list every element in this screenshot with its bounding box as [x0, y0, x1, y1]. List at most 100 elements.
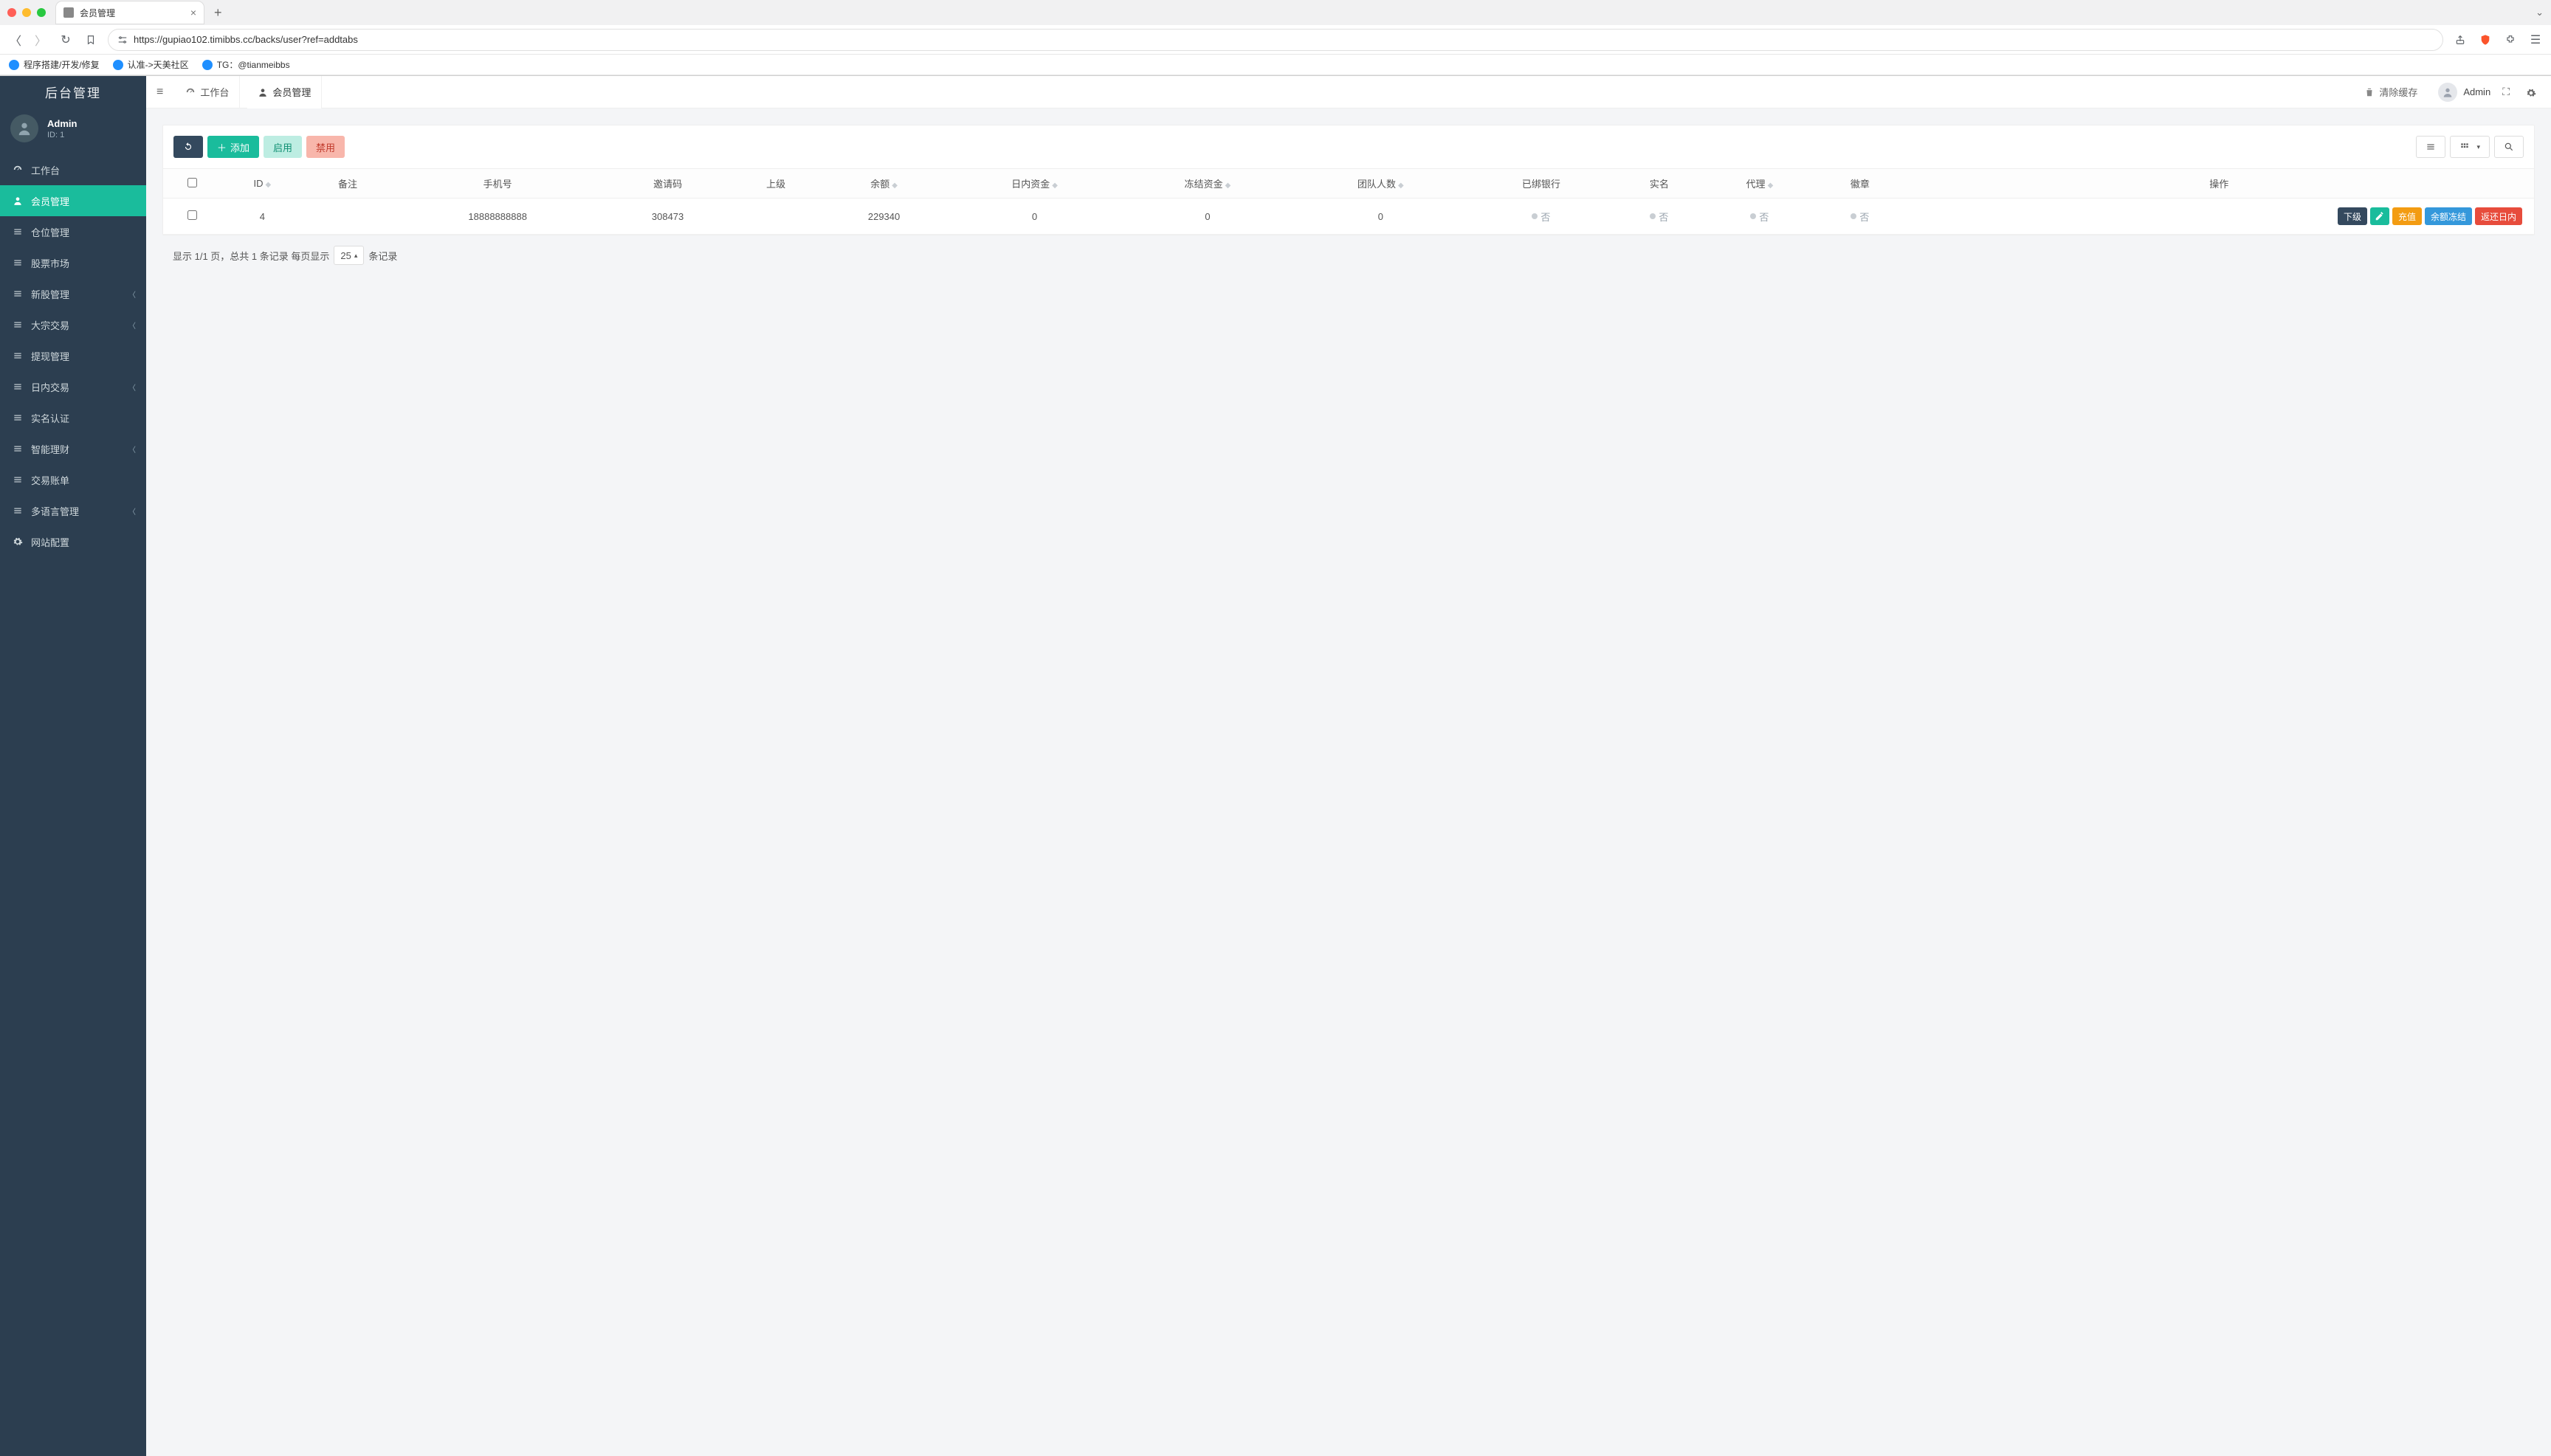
sidebar-nav: 工作台会员管理仓位管理股票市场新股管理〈大宗交易〈提现管理日内交易〈实名认证智能…: [0, 154, 146, 557]
url-text: https://gupiao102.timibbs.cc/backs/user?…: [134, 34, 358, 45]
cell-phone: 18888888888: [392, 199, 604, 235]
sidebar-item[interactable]: 网站配置: [0, 526, 146, 557]
sidebar: 后台管理 Admin ID: 1 工作台会员管理仓位管理股票市场新股管理〈大宗交…: [0, 76, 146, 1456]
sidebar-item[interactable]: 工作台: [0, 154, 146, 185]
tab-members[interactable]: 会员管理: [247, 76, 322, 108]
column-label: 代理: [1746, 179, 1766, 190]
column-label: 上级: [766, 179, 785, 190]
sidebar-item-label: 会员管理: [31, 194, 69, 208]
pager-prefix: 显示 1/1 页，总共 1 条记录 每页显示: [173, 249, 329, 263]
share-icon[interactable]: [2452, 32, 2468, 48]
sidebar-item-label: 交易账单: [31, 473, 69, 487]
browser-chrome: 会员管理 × + ⌄ 〈 〉 ↻ https://gupiao102.timib…: [0, 0, 2551, 76]
browser-tab[interactable]: 会员管理 ×: [56, 1, 204, 24]
address-row: 〈 〉 ↻ https://gupiao102.timibbs.cc/backs…: [0, 25, 2551, 55]
tabs-overflow-icon[interactable]: ⌄: [2535, 7, 2544, 18]
column-label: 手机号: [483, 179, 512, 190]
cell-balance: 229340: [820, 199, 949, 235]
bookmark-item[interactable]: 认准->天美社区: [113, 58, 189, 71]
table-body: 418888888888308473229340000否否否否下级充值余额冻结返…: [163, 199, 2534, 235]
window-zoom-icon[interactable]: [37, 8, 46, 17]
column-label: 团队人数: [1357, 179, 1396, 190]
sidebar-item[interactable]: 新股管理〈: [0, 278, 146, 309]
dashboard-icon: [185, 87, 196, 97]
page-size-select[interactable]: 25 ▴: [334, 246, 364, 265]
select-all-checkbox[interactable]: [187, 178, 197, 187]
pencil-icon: [2375, 211, 2385, 221]
row-checkbox[interactable]: [187, 210, 197, 220]
column-header[interactable]: 团队人数◆: [1294, 169, 1467, 199]
extensions-icon[interactable]: [2502, 32, 2519, 48]
sidebar-item[interactable]: 多语言管理〈: [0, 495, 146, 526]
column-header[interactable]: 日内资金◆: [948, 169, 1120, 199]
bookmark-item[interactable]: TG：@tianmeibbs: [202, 58, 290, 71]
column-header[interactable]: 冻结资金◆: [1121, 169, 1294, 199]
op-subordinate-button[interactable]: 下级: [2338, 207, 2367, 225]
caret-up-icon: ▴: [354, 252, 358, 260]
sidebar-item[interactable]: 提现管理: [0, 340, 146, 371]
sidebar-item[interactable]: 实名认证: [0, 402, 146, 433]
cell-remark: [303, 199, 391, 235]
sidebar-item[interactable]: 智能理财〈: [0, 433, 146, 464]
user-name: Admin: [47, 118, 77, 129]
op-return-button[interactable]: 返还日内: [2475, 207, 2522, 225]
settings-gear-icon[interactable]: [2521, 86, 2541, 97]
column-label: 邀请码: [653, 179, 682, 190]
nav-back-icon[interactable]: 〈: [7, 32, 24, 48]
add-label: 添加: [230, 140, 249, 154]
sidebar-item[interactable]: 会员管理: [0, 185, 146, 216]
clear-cache-button[interactable]: 清除缓存: [2364, 85, 2417, 99]
sidebar-item[interactable]: 日内交易〈: [0, 371, 146, 402]
nav-reload-icon[interactable]: ↻: [58, 32, 74, 48]
fullscreen-icon[interactable]: ⛶: [2498, 86, 2514, 98]
list-icon: [12, 227, 24, 237]
address-bar[interactable]: https://gupiao102.timibbs.cc/backs/user?…: [108, 29, 2443, 51]
sidebar-item[interactable]: 股票市场: [0, 247, 146, 278]
disable-button[interactable]: 禁用: [306, 136, 345, 158]
sidebar-item-label: 多语言管理: [31, 504, 79, 518]
new-tab-button[interactable]: +: [210, 5, 227, 21]
search-icon: [2504, 142, 2514, 152]
column-header[interactable]: 代理◆: [1704, 169, 1817, 199]
tab-close-icon[interactable]: ×: [190, 7, 196, 18]
view-grid-button[interactable]: ▾: [2450, 136, 2490, 158]
members-table: ID◆备注手机号邀请码上级余额◆日内资金◆冻结资金◆团队人数◆已绑银行实名代理◆…: [163, 168, 2534, 235]
bookmark-label: 认准->天美社区: [128, 58, 189, 71]
window-close-icon[interactable]: [7, 8, 16, 17]
sidebar-toggle-icon[interactable]: ≡: [156, 86, 163, 99]
add-button[interactable]: ＋ 添加: [207, 136, 259, 158]
sidebar-item[interactable]: 仓位管理: [0, 216, 146, 247]
sidebar-user[interactable]: Admin ID: 1: [0, 107, 146, 150]
window-minimize-icon[interactable]: [22, 8, 31, 17]
nav-forward-icon[interactable]: 〉: [32, 32, 49, 48]
sidebar-item-label: 工作台: [31, 163, 60, 177]
bookmark-icon[interactable]: [83, 32, 99, 48]
sort-icon: ◆: [1398, 182, 1404, 190]
topbar-user[interactable]: Admin: [2438, 83, 2490, 102]
column-header[interactable]: 余额◆: [820, 169, 949, 199]
sidebar-item[interactable]: 交易账单: [0, 464, 146, 495]
bookmark-favicon-icon: [202, 60, 213, 70]
brave-shield-icon[interactable]: [2477, 32, 2493, 48]
tab-strip: 会员管理 × + ⌄: [0, 0, 2551, 25]
sidebar-item-label: 智能理财: [31, 442, 69, 456]
status-badge: 否: [1532, 210, 1550, 224]
search-button[interactable]: [2494, 136, 2524, 158]
app-menu-icon[interactable]: ☰: [2527, 32, 2544, 48]
enable-button[interactable]: 启用: [264, 136, 302, 158]
column-header[interactable]: ID◆: [221, 169, 303, 199]
op-edit-button[interactable]: [2370, 207, 2389, 225]
op-freeze-button[interactable]: 余额冻结: [2425, 207, 2472, 225]
column-header: [163, 169, 221, 199]
op-recharge-button[interactable]: 充值: [2392, 207, 2422, 225]
sidebar-item[interactable]: 大宗交易〈: [0, 309, 146, 340]
bookmark-item[interactable]: 程序搭建/开发/修复: [9, 58, 100, 71]
caret-down-icon: ▾: [2476, 143, 2480, 151]
avatar: [10, 114, 38, 142]
column-label: 冻结资金: [1185, 179, 1223, 190]
site-settings-icon[interactable]: [117, 34, 128, 45]
pagination: 显示 1/1 页，总共 1 条记录 每页显示 25 ▴ 条记录: [162, 235, 2535, 275]
refresh-button[interactable]: [173, 136, 203, 158]
tab-dashboard[interactable]: 工作台: [175, 76, 240, 108]
view-list-button[interactable]: [2416, 136, 2445, 158]
